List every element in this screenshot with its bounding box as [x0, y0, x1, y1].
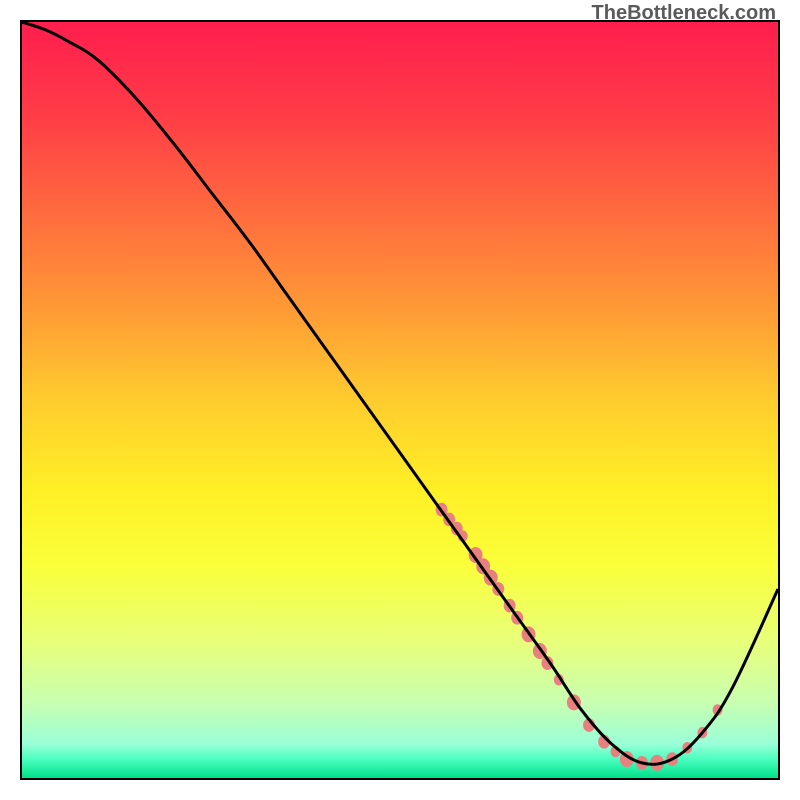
chart-container: TheBottleneck.com	[0, 0, 800, 800]
markers-group	[436, 503, 723, 771]
plot-area	[20, 20, 780, 780]
chart-svg	[22, 22, 778, 778]
curve-line	[22, 22, 778, 764]
